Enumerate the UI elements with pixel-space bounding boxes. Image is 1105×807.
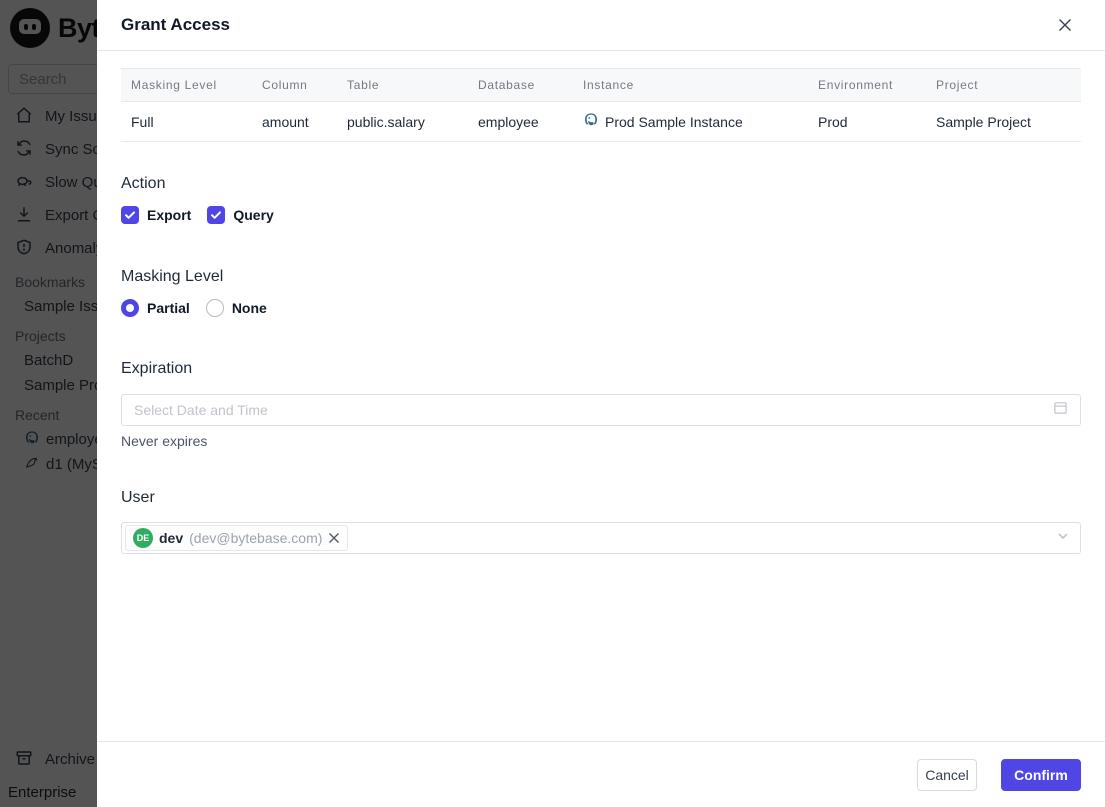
partial-radio[interactable]: Partial [121, 299, 190, 317]
user-name: dev [159, 530, 184, 546]
cell-project: Sample Project [936, 101, 1081, 142]
modal-header: Grant Access [97, 0, 1105, 51]
remove-user-icon[interactable] [328, 532, 340, 544]
avatar: DE [133, 528, 153, 548]
cell-masking-level: Full [121, 101, 262, 142]
radio-unselected-icon [205, 299, 224, 317]
col-header-instance: Instance [583, 68, 818, 102]
cell-environment: Prod [818, 101, 936, 142]
action-options: Export Query [121, 206, 1081, 224]
postgres-icon [583, 112, 599, 131]
modal-title: Grant Access [121, 15, 230, 34]
user-select[interactable]: DE dev (dev@bytebase.com) [121, 522, 1081, 554]
checkbox-checked-icon [121, 206, 139, 224]
modal-footer: Cancel Confirm [97, 741, 1105, 807]
cancel-button[interactable]: Cancel [917, 758, 977, 791]
masking-level-section-label: Masking Level [121, 268, 224, 285]
cell-instance: Prod Sample Instance [583, 101, 818, 142]
chevron-down-icon [1056, 529, 1070, 548]
cell-database: employee [478, 101, 583, 142]
checkbox-checked-icon [207, 206, 226, 224]
expiration-section-label: Expiration [121, 360, 193, 377]
close-icon[interactable] [1055, 15, 1075, 35]
query-checkbox[interactable]: Query [207, 206, 274, 224]
user-chip: DE dev (dev@bytebase.com) [125, 525, 349, 551]
col-header-masking-level: Masking Level [121, 68, 262, 102]
col-header-project: Project [936, 68, 1081, 102]
export-checkbox[interactable]: Export [121, 206, 191, 224]
grant-access-modal: Grant Access Masking Level Column Table … [97, 0, 1105, 807]
none-radio[interactable]: None [205, 299, 267, 317]
confirm-button[interactable]: Confirm [1001, 758, 1081, 791]
grant-scope-table: Masking Level Column Table Database Inst… [121, 68, 1081, 142]
cell-column: amount [262, 101, 347, 142]
masking-level-options: Partial None [121, 299, 1081, 317]
expiration-date-input[interactable]: Select Date and Time [121, 394, 1081, 426]
col-header-environment: Environment [818, 68, 936, 102]
action-section-label: Action [121, 175, 166, 192]
col-header-column: Column [262, 68, 347, 102]
radio-selected-icon [121, 299, 139, 317]
date-placeholder: Select Date and Time [134, 402, 268, 418]
cell-table: public.salary [347, 101, 478, 142]
col-header-table: Table [347, 68, 478, 102]
instance-name: Prod Sample Instance [605, 113, 743, 130]
table-row: Full amount public.salary employee Prod … [121, 101, 1081, 142]
table-header-row: Masking Level Column Table Database Inst… [121, 68, 1081, 102]
user-section-label: User [121, 489, 155, 506]
modal-body: Masking Level Column Table Database Inst… [97, 51, 1105, 741]
calendar-icon [1053, 400, 1068, 420]
expiration-hint: Never expires [121, 433, 208, 449]
col-header-database: Database [478, 68, 583, 102]
user-email: (dev@bytebase.com) [189, 530, 323, 546]
